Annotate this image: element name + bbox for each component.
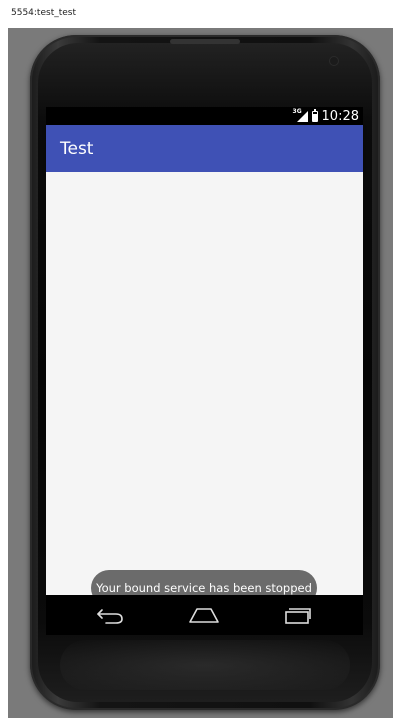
app-title: Test <box>60 139 94 159</box>
navigation-bar <box>46 595 363 635</box>
window-title: 5554:test_test <box>11 8 77 18</box>
back-button[interactable] <box>90 601 130 629</box>
front-camera <box>330 57 338 65</box>
device-screen: 3G 10:28 Test Your bound service has bee… <box>46 107 363 635</box>
earpiece-speaker <box>170 39 240 44</box>
battery-icon <box>311 108 318 122</box>
back-icon <box>97 609 123 624</box>
status-bar: 3G 10:28 <box>46 107 363 125</box>
recents-button[interactable] <box>277 601 317 629</box>
app-bar: Test <box>46 125 363 172</box>
status-clock: 10:28 <box>321 108 359 124</box>
phone-chin-gloss <box>60 640 350 690</box>
status-icons: 3G 10:28 <box>293 108 359 124</box>
home-icon <box>189 608 219 623</box>
recents-icon <box>285 608 311 624</box>
home-button[interactable] <box>184 601 224 629</box>
signal-icon: 3G <box>293 108 308 122</box>
main-content: Your bound service has been stopped <box>46 172 363 606</box>
